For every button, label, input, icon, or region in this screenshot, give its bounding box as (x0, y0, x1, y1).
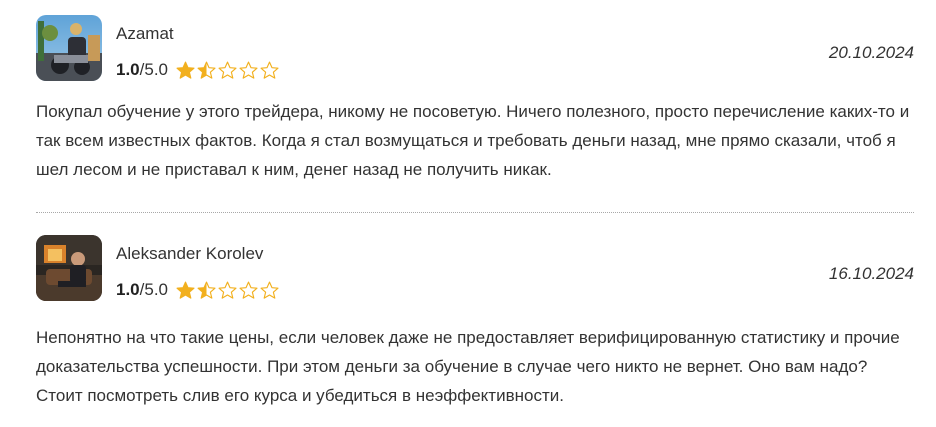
star-icon (218, 281, 237, 299)
avatar[interactable] (36, 235, 102, 301)
star-rating (176, 61, 281, 80)
rating-max: /5.0 (139, 60, 168, 79)
review-card: Aleksander Korolev 1.0 /5.0 16.10.2024 Н… (0, 213, 936, 427)
star-icon (176, 61, 195, 79)
star-icon (260, 61, 279, 79)
avatar[interactable] (36, 15, 102, 81)
rating-score: 1.0 (116, 280, 140, 299)
star-icon (260, 281, 279, 299)
avatar-image (36, 235, 102, 301)
star-icon (239, 281, 258, 299)
review-date: 16.10.2024 (828, 264, 914, 283)
star-icon (197, 281, 216, 299)
star-icon (239, 61, 258, 79)
avatar-image (36, 15, 102, 81)
review-author: Azamat (116, 24, 174, 43)
review-author: Aleksander Korolev (116, 244, 264, 263)
star-icon (176, 281, 195, 299)
review-text: Покупал обучение у этого трейдера, ником… (36, 102, 910, 179)
rating: 1.0 /5.0 (116, 60, 281, 80)
star-icon (218, 61, 237, 79)
star-rating (176, 281, 281, 300)
review-card: Azamat 1.0 /5.0 20.10.2024 Покупал обуче… (0, 0, 936, 213)
rating: 1.0 /5.0 (116, 280, 281, 300)
review-text: Непонятно на что такие цены, если челове… (36, 328, 900, 405)
rating-score: 1.0 (116, 60, 140, 79)
rating-max: /5.0 (139, 280, 168, 299)
review-date: 20.10.2024 (828, 43, 914, 62)
star-icon (197, 61, 216, 79)
